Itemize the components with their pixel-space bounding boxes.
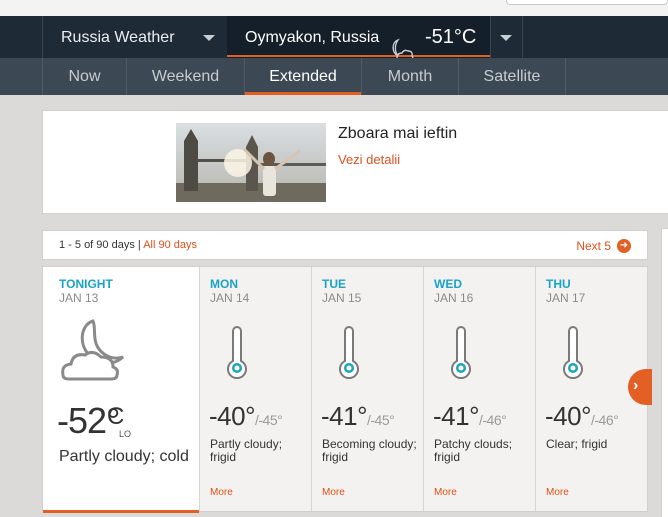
moon-cloud-icon [61,319,125,381]
low-temp: /-46° [478,412,507,428]
country-label[interactable]: Russia Weather [61,29,175,47]
tab-satellite[interactable]: Satellite [458,58,566,95]
thermometer-icon [563,326,583,380]
temp-range: -41°/-46° [433,401,507,432]
day-description: Clear; frigid [546,437,608,451]
temp-unit: C [107,403,125,430]
day-name: MON [210,277,238,291]
tab-month[interactable]: Month [361,58,458,95]
chevron-right-icon: › [633,377,639,394]
high-temp: -41° [433,401,479,431]
low-temp: /-45° [254,412,283,428]
thermometer-icon [227,326,247,380]
day-date: JAN 17 [546,291,586,305]
day-date: JAN 16 [434,291,474,305]
more-link[interactable]: More [546,487,569,498]
ad-photo [176,123,326,202]
browser-tab-edge [506,0,668,5]
advertisement[interactable]: Zboara mai ieftin Vezi detalii [42,110,668,214]
more-link[interactable]: More [322,487,345,498]
arrow-right-icon[interactable]: ➜ [617,239,631,253]
tab-now[interactable]: Now [42,58,126,95]
day-description: Partly cloudy; frigid [210,437,283,464]
day-description: Becoming cloudy; frigid [322,437,417,464]
temp-range: -41°/-45° [321,401,395,432]
range-separator: | [137,239,141,251]
divider [522,16,523,58]
forecast-cards: TONIGHT JAN 13 -52° C LO Partly cloudy; … [42,266,648,513]
tab-weekend[interactable]: Weekend [126,58,244,95]
temp-range: -40°/-45° [209,401,283,432]
more-link[interactable]: More [210,487,233,498]
low-temp: /-46° [590,412,619,428]
city-dropdown-chevron-icon[interactable] [500,35,512,41]
forecast-card-tonight[interactable]: TONIGHT JAN 13 -52° C LO Partly cloudy; … [43,267,199,513]
all-days-link[interactable]: All 90 days [143,239,197,251]
day-name: WED [434,277,462,291]
forecast-card-wed[interactable]: WED JAN 16 -41°/-46° Patchy clouds; frig… [423,267,535,511]
forecast-nav: Now Weekend Extended Month Satellite [0,58,668,95]
forecast-card-tue[interactable]: TUE JAN 15 -41°/-45° Becoming cloudy; fr… [311,267,423,511]
thermometer-icon [451,326,471,380]
day-name: TONIGHT [59,277,113,291]
range-info: 1 - 5 of 90 days | All 90 days [59,239,197,251]
lo-label: LO [119,429,132,439]
next-5-link[interactable]: Next 5 [576,239,611,253]
city-underline [227,55,490,57]
ad-title[interactable]: Zboara mai ieftin [338,125,457,143]
country-dropdown-chevron-icon[interactable] [203,35,215,41]
active-tab-indicator [245,92,361,95]
ad-link[interactable]: Vezi detalii [338,152,400,167]
low-temp: /-45° [366,412,395,428]
forecast-card-mon[interactable]: MON JAN 14 -40°/-45° Partly cloudy; frig… [199,267,311,511]
high-temp: -40° [545,401,591,431]
high-temp: -41° [321,401,367,431]
temp-range: -40°/-46° [545,401,619,432]
thermometer-icon [339,326,359,380]
tab-extended[interactable]: Extended [244,58,361,95]
current-temperature: -51°C [425,26,477,48]
more-link[interactable]: More [434,487,457,498]
high-temp: -40° [209,401,255,431]
active-card-indicator [43,510,199,513]
day-date: JAN 13 [59,291,99,305]
ad-image[interactable] [176,123,326,202]
day-date: JAN 15 [322,291,362,305]
side-panel-edge [661,228,668,517]
city-label[interactable]: Oymyakon, Russia [245,29,379,47]
tab-extended-label: Extended [269,68,337,85]
day-date: JAN 14 [210,291,250,305]
tonight-description: Partly cloudy; cold [59,448,189,465]
pager-bar: 1 - 5 of 90 days | All 90 days Next 5 ➜ [42,230,648,260]
day-description: Patchy clouds; frigid [434,437,513,464]
day-name: TUE [322,277,346,291]
range-text: 1 - 5 of 90 days [59,239,135,251]
browser-top-strip [0,0,668,16]
location-bar: Russia Weather Oymyakon, Russia -51°C [0,16,668,60]
day-name: THU [546,277,571,291]
